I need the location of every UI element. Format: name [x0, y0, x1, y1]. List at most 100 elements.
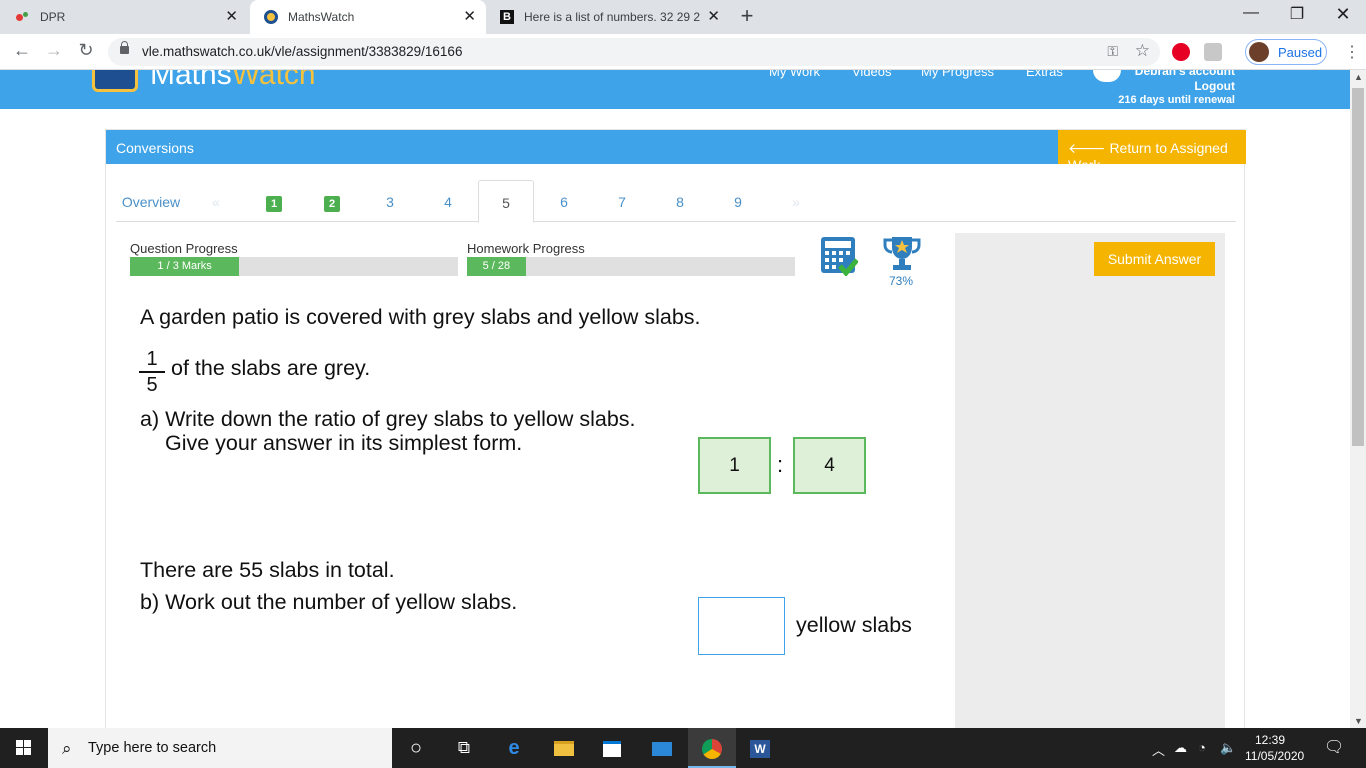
- nav-my-progress[interactable]: My Progress: [921, 70, 994, 79]
- tab-question-6[interactable]: 6: [546, 180, 582, 222]
- tab-dpr[interactable]: DPR ✕: [0, 0, 248, 34]
- back-icon[interactable]: ←: [10, 40, 34, 61]
- answer-unit: yellow slabs: [796, 613, 912, 637]
- arrow-left-icon: 🡐: [1068, 140, 1106, 156]
- homework-progress-fill: 5 / 28: [467, 257, 526, 276]
- mathswatch-logo-icon: [92, 70, 138, 92]
- notifications-icon[interactable]: 🗨: [1324, 737, 1344, 757]
- submit-answer-button[interactable]: Submit Answer: [1094, 242, 1215, 276]
- store-icon[interactable]: [588, 728, 636, 768]
- page-scrollbar[interactable]: ▲ ▼: [1350, 70, 1366, 728]
- clock-date: 11/05/2020: [1245, 749, 1305, 763]
- word-icon[interactable]: W: [736, 728, 784, 768]
- volume-icon[interactable]: 🔈: [1220, 740, 1236, 756]
- tab-question-5[interactable]: 5: [478, 180, 534, 223]
- profile-status: Paused: [1278, 45, 1323, 60]
- chrome-taskbar-icon[interactable]: [688, 728, 736, 768]
- logo-text-accent: Watch: [231, 70, 316, 91]
- tab-question-2[interactable]: 2: [314, 180, 350, 222]
- minimize-icon[interactable]: —: [1228, 4, 1274, 22]
- avatar: [1249, 42, 1269, 62]
- scrollbar-thumb[interactable]: [1352, 88, 1364, 446]
- ratio-separator: :: [777, 452, 784, 477]
- close-tab-icon[interactable]: ✕: [463, 9, 476, 25]
- tab-question-3[interactable]: 3: [372, 180, 408, 222]
- site-header: MathsWatch My Work Videos My Progress Ex…: [0, 70, 1350, 109]
- wifi-icon[interactable]: ◔: [1198, 740, 1206, 755]
- return-to-assigned-work-button[interactable]: 🡐 Return to Assigned Work: [1058, 130, 1246, 173]
- chat-icon[interactable]: [1093, 70, 1121, 82]
- tab-question-7[interactable]: 7: [604, 180, 640, 222]
- fraction-denominator: 5: [146, 373, 158, 396]
- browser-tab-bar: DPR ✕ MathsWatch ✕ B Here is a list of n…: [0, 0, 1366, 34]
- nav-my-work[interactable]: My Work: [769, 70, 820, 79]
- yellow-slabs-input[interactable]: [698, 597, 785, 655]
- lock-icon: [120, 41, 129, 54]
- tab-title: Here is a list of numbers. 32 29 2: [524, 10, 701, 24]
- new-tab-button[interactable]: +: [735, 5, 759, 29]
- onedrive-icon[interactable]: ☁: [1174, 740, 1187, 756]
- show-hidden-icons-icon[interactable]: ︿: [1152, 740, 1165, 759]
- task-view-icon[interactable]: ⧉: [440, 728, 488, 768]
- homework-progress-label: Homework Progress: [467, 241, 585, 256]
- tab-question-8[interactable]: 8: [662, 180, 698, 222]
- part-a-text: a) Write down the ratio of grey slabs to…: [140, 407, 636, 431]
- reload-icon[interactable]: ↻: [74, 40, 98, 61]
- assignment-panel: Conversions 🡐 Return to Assigned Work Ov…: [105, 129, 1246, 728]
- forward-icon[interactable]: →: [42, 40, 66, 61]
- ratio-right-input[interactable]: 4: [793, 437, 866, 494]
- taskbar-search[interactable]: ⌕ Type here to search: [48, 728, 392, 768]
- tab-overview[interactable]: Overview: [116, 180, 186, 222]
- fraction-bar: [139, 371, 165, 373]
- file-explorer-icon[interactable]: [540, 728, 588, 768]
- close-window-icon[interactable]: ✕: [1320, 4, 1366, 25]
- homework-progress-bar: 5 / 28: [467, 257, 795, 276]
- logout-link[interactable]: Logout: [1118, 79, 1235, 94]
- close-tab-icon[interactable]: ✕: [707, 9, 720, 25]
- prev-question-arrow[interactable]: «: [206, 180, 226, 222]
- search-placeholder: Type here to search: [88, 740, 217, 756]
- tab-mathswatch[interactable]: MathsWatch ✕: [250, 0, 486, 34]
- tab-question-1[interactable]: 1: [256, 180, 292, 222]
- clock-time: 12:39: [1254, 733, 1286, 747]
- answer-sidebar: Submit Answer: [955, 233, 1225, 728]
- address-bar[interactable]: vle.mathswatch.co.uk/vle/assignment/3383…: [108, 38, 1160, 66]
- part-a-instruction: Give your answer in its simplest form.: [165, 431, 523, 455]
- question-fraction-text: of the slabs are grey.: [171, 356, 371, 380]
- next-question-arrow[interactable]: »: [786, 180, 806, 222]
- tab-brainly[interactable]: B Here is a list of numbers. 32 29 2 ✕: [486, 0, 730, 34]
- account-name[interactable]: Debrah's account: [1118, 70, 1235, 79]
- extension-icon[interactable]: [1204, 43, 1222, 61]
- question-2-badge: 2: [324, 196, 340, 212]
- nav-extras[interactable]: Extras: [1026, 70, 1063, 79]
- edge-icon[interactable]: e: [490, 728, 538, 768]
- ratio-left-input[interactable]: 1: [698, 437, 771, 494]
- dpr-favicon-icon: [14, 9, 30, 25]
- scroll-down-icon[interactable]: ▼: [1354, 716, 1363, 726]
- fraction: 1 5: [139, 348, 165, 396]
- system-clock[interactable]: 12:39 11/05/2020: [1245, 732, 1305, 764]
- account-menu: Debrah's account Logout 216 days until r…: [1118, 70, 1235, 108]
- profile-button[interactable]: Paused: [1245, 39, 1327, 65]
- key-icon[interactable]: ⚿: [1107, 43, 1118, 60]
- tab-title: DPR: [40, 10, 66, 24]
- part-b-text: b) Work out the number of yellow slabs.: [140, 590, 518, 614]
- close-tab-icon[interactable]: ✕: [225, 9, 238, 25]
- mail-icon[interactable]: [638, 728, 686, 768]
- page-viewport: MathsWatch My Work Videos My Progress Ex…: [0, 70, 1350, 728]
- scroll-up-icon[interactable]: ▲: [1354, 72, 1363, 82]
- pinterest-extension-icon[interactable]: [1172, 43, 1190, 61]
- tab-question-9[interactable]: 9: [720, 180, 756, 222]
- restore-icon[interactable]: ❐: [1274, 4, 1320, 24]
- windows-taskbar: ⌕ Type here to search ○ ⧉ e W ︿ ☁ ◔ 🔈 12…: [0, 728, 1366, 768]
- url-text: vle.mathswatch.co.uk/vle/assignment/3383…: [142, 44, 463, 59]
- calculator-allowed-icon: [821, 237, 858, 276]
- browser-menu-icon[interactable]: ⋮: [1344, 42, 1360, 62]
- tab-question-4[interactable]: 4: [430, 180, 466, 222]
- windows-start-icon[interactable]: [0, 728, 48, 768]
- browser-toolbar: ← → ↻ vle.mathswatch.co.uk/vle/assignmen…: [0, 34, 1366, 70]
- site-logo[interactable]: MathsWatch: [150, 70, 316, 92]
- bookmark-star-icon[interactable]: ☆: [1135, 41, 1150, 61]
- cortana-icon[interactable]: ○: [392, 728, 440, 768]
- nav-videos[interactable]: Videos: [852, 70, 892, 79]
